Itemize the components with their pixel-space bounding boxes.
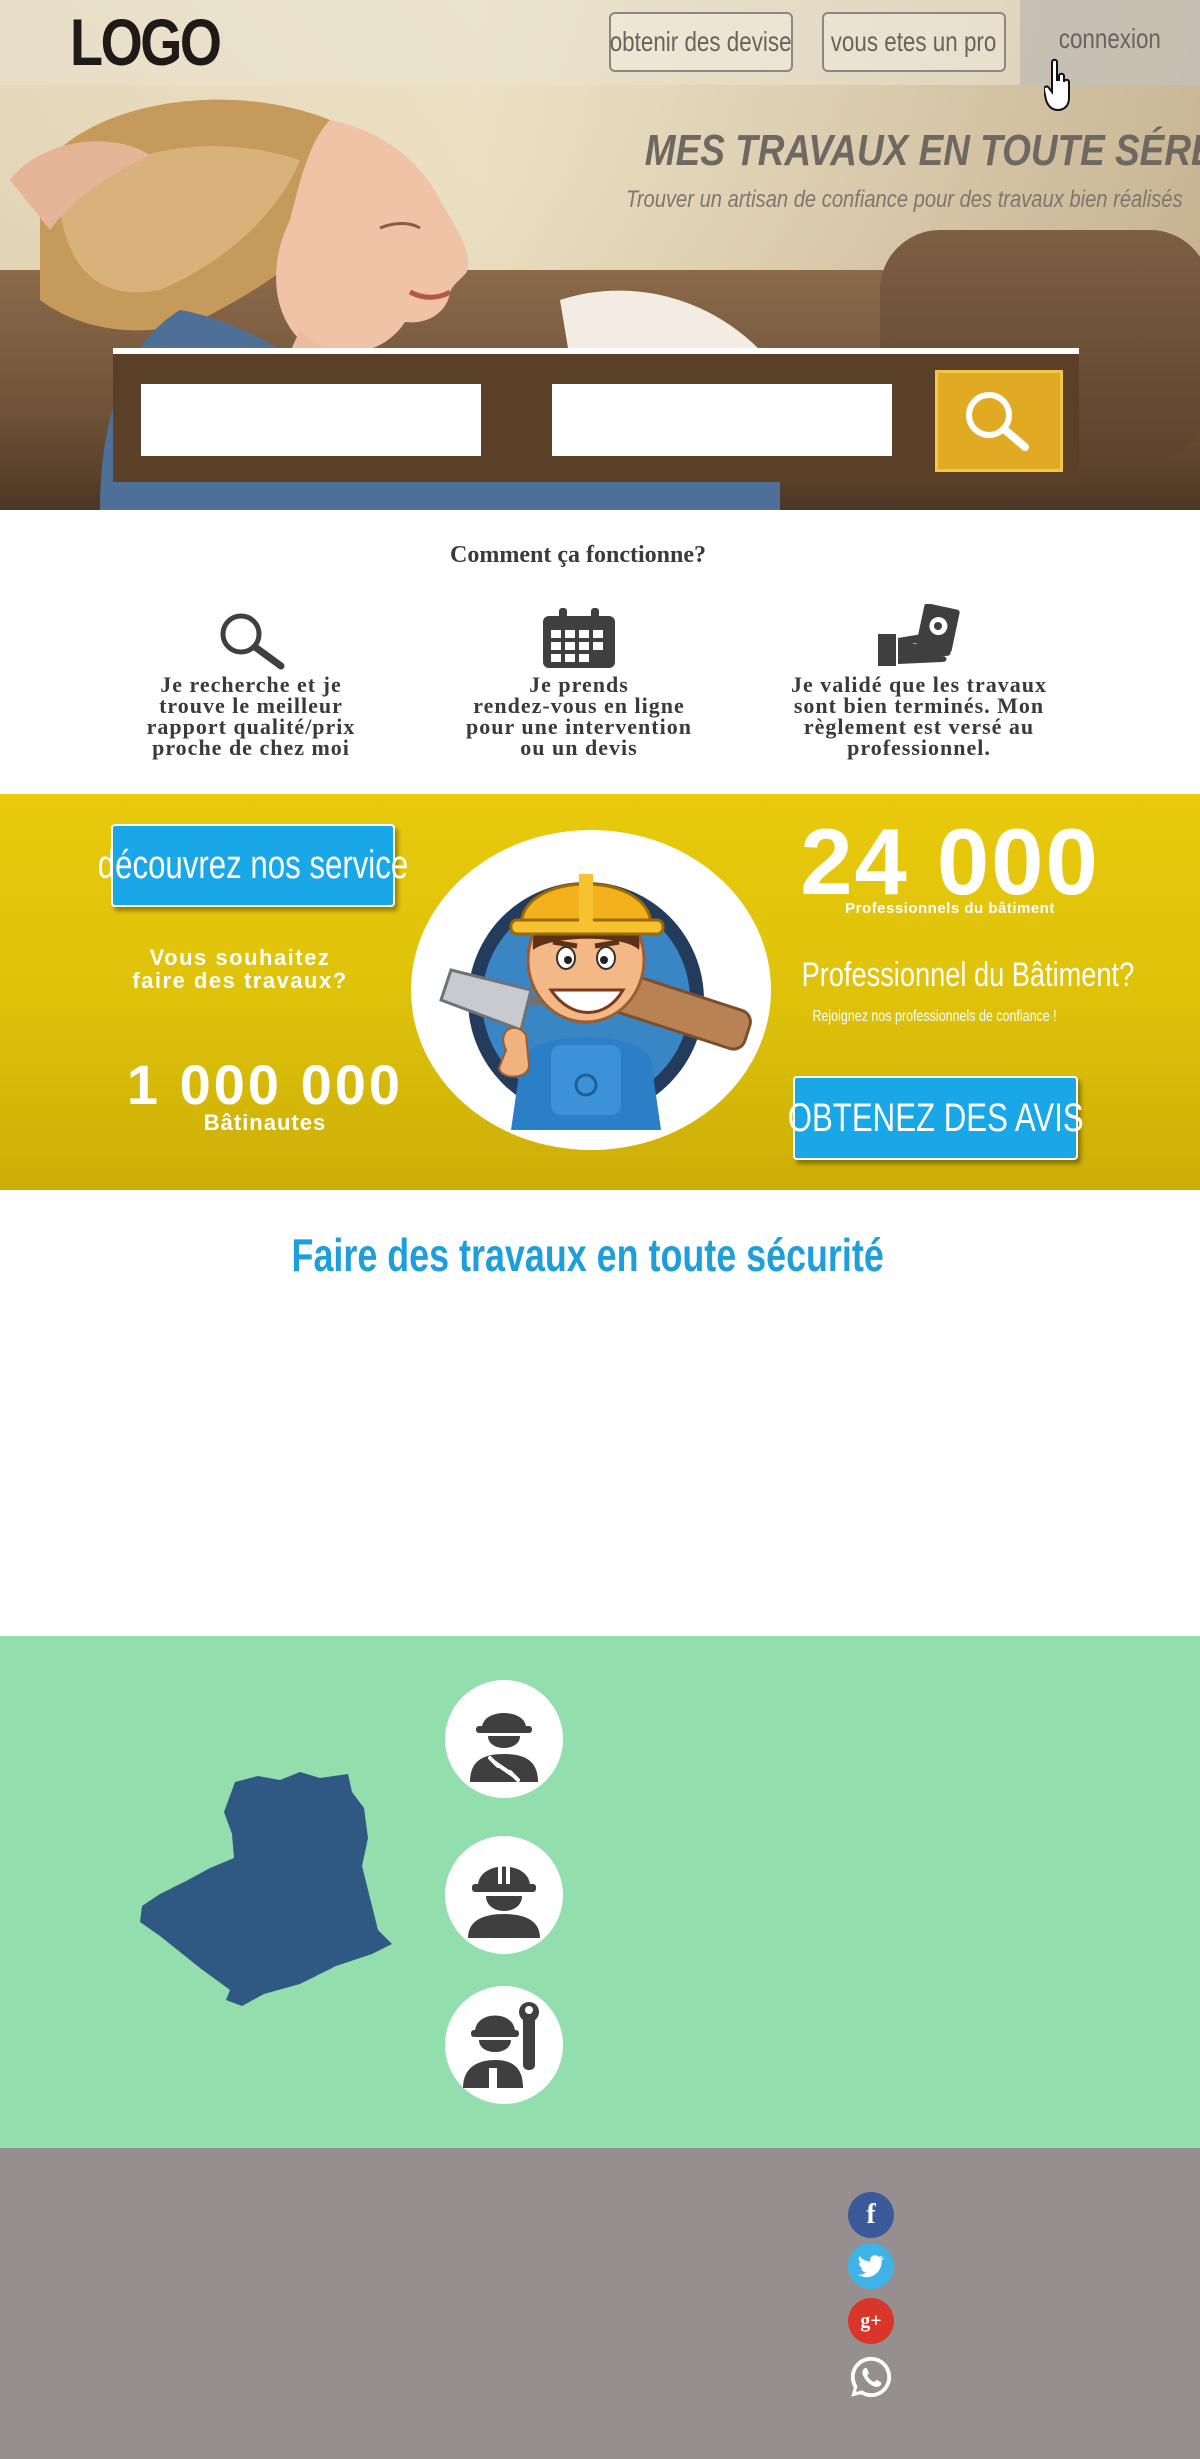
worker-circle-3 <box>445 1986 563 2104</box>
step-appointment-line-2: rendez-vous en ligne <box>473 693 685 718</box>
step-validation: Je validé que les travaux sont bien term… <box>765 600 1073 760</box>
google-plus-icon[interactable]: g+ <box>848 2298 894 2344</box>
search-button[interactable] <box>935 370 1063 472</box>
pro-button[interactable]: vous etes un pro <box>822 12 1006 72</box>
twitter-bird-icon <box>858 2255 884 2278</box>
pro-label: vous etes un pro <box>831 26 997 57</box>
stats-band: découvrez nos service Vous souhaitez fai… <box>0 794 1200 1190</box>
hero-section: LOGO obtenir des devise vous etes un pro… <box>0 0 1200 510</box>
step-search-line-3: rapport qualité/prix <box>146 714 356 739</box>
step-appointment-line-1: Je prends <box>529 672 629 697</box>
facebook-icon[interactable]: f <box>848 2192 894 2238</box>
search-icon <box>966 392 1029 451</box>
site-logo[interactable]: LOGO <box>70 4 222 80</box>
pro-invite: Rejoignez nos professionnels de confianc… <box>760 1008 1110 1026</box>
algeria-map <box>140 1772 392 2006</box>
search-location-input[interactable] <box>552 384 892 456</box>
get-quotes-button[interactable]: obtenir des devise <box>609 12 793 72</box>
step-search: Je recherche et je trouve le meilleur ra… <box>115 600 387 760</box>
works-question: Vous souhaitez faire des travaux? <box>90 946 390 992</box>
pro-invite-text: Rejoignez nos professionnels de confianc… <box>812 1008 1058 1025</box>
works-question-line-1: Vous souhaitez <box>149 945 331 970</box>
worker-circle-2 <box>445 1836 563 1954</box>
worker-circle-1 <box>445 1680 563 1798</box>
hero-subtitle: Trouver un artisan de confiance pour des… <box>520 186 1183 214</box>
pro-question-text: Professionnel du Bâtiment? <box>801 956 1135 994</box>
worker-wrench-icon <box>470 1713 538 1782</box>
worker-helmet-icon <box>468 1862 540 1938</box>
whatsapp-icon[interactable] <box>848 2354 894 2400</box>
step-appointment: Je prends rendez-vous en ligne pour une … <box>434 600 724 760</box>
calendar-icon <box>543 608 615 668</box>
search-trade-input[interactable] <box>141 384 481 456</box>
step-validation-line-1: Je validé que les travaux <box>791 672 1047 697</box>
get-reviews-label: OBTENEZ DES AVIS <box>787 1095 1084 1140</box>
twitter-icon[interactable] <box>848 2243 894 2289</box>
step-search-line-2: trouve le meilleur <box>159 693 343 718</box>
step-appointment-line-4: ou un devis <box>520 735 638 760</box>
hero-subtitle-text: Trouver un artisan de confiance pour des… <box>626 186 1183 213</box>
works-question-line-2: faire des travaux? <box>132 968 348 993</box>
step-search-line-4: proche de chez moi <box>152 735 350 760</box>
security-title-text: Faire des travaux en toute sécurité <box>291 1229 885 1281</box>
step-search-line-1: Je recherche et je <box>160 672 342 697</box>
users-label: Bâtinautes <box>203 1110 327 1135</box>
get-quotes-label: obtenir des devise <box>610 26 792 57</box>
step-validation-line-2: sont bien terminés. Mon <box>793 693 1045 718</box>
coverage-section <box>0 1636 1200 2148</box>
how-it-works-title: Comment ça fonctionne? <box>450 542 706 568</box>
pros-label: Professionnels du bâtiment <box>845 900 1055 917</box>
step-validation-line-3: règlement est versé au <box>803 714 1035 739</box>
payment-hand-icon <box>878 604 960 666</box>
hand-cursor-icon <box>1044 58 1070 112</box>
step-validation-line-4: professionnel. <box>847 735 991 760</box>
discover-services-label: découvrez nos service <box>97 843 409 887</box>
hero-title: MES TRAVAUX EN TOUTE SÉRÉNITÉ <box>520 126 1200 176</box>
discover-services-button[interactable]: découvrez nos service <box>98 824 408 907</box>
step-appointment-line-3: pour une intervention <box>466 714 692 739</box>
footer: f g+ <box>0 2148 1200 2459</box>
security-title: Faire des travaux en toute sécurité <box>0 1228 1176 1282</box>
worker-tools-icon <box>463 2002 539 2088</box>
users-count: 1 000 000 <box>126 1053 404 1116</box>
search-icon <box>220 613 285 670</box>
pro-question: Professionnel du Bâtiment? <box>760 956 1135 995</box>
whatsapp-glyph-icon <box>850 2356 892 2398</box>
search-bar <box>113 348 1079 482</box>
login-label: connexion <box>1058 22 1162 54</box>
builder-mascot-illustration <box>439 874 752 1130</box>
get-reviews-button[interactable]: OBTENEZ DES AVIS <box>788 1076 1083 1160</box>
hero-title-text: MES TRAVAUX EN TOUTE SÉRÉNITÉ <box>644 126 1200 175</box>
